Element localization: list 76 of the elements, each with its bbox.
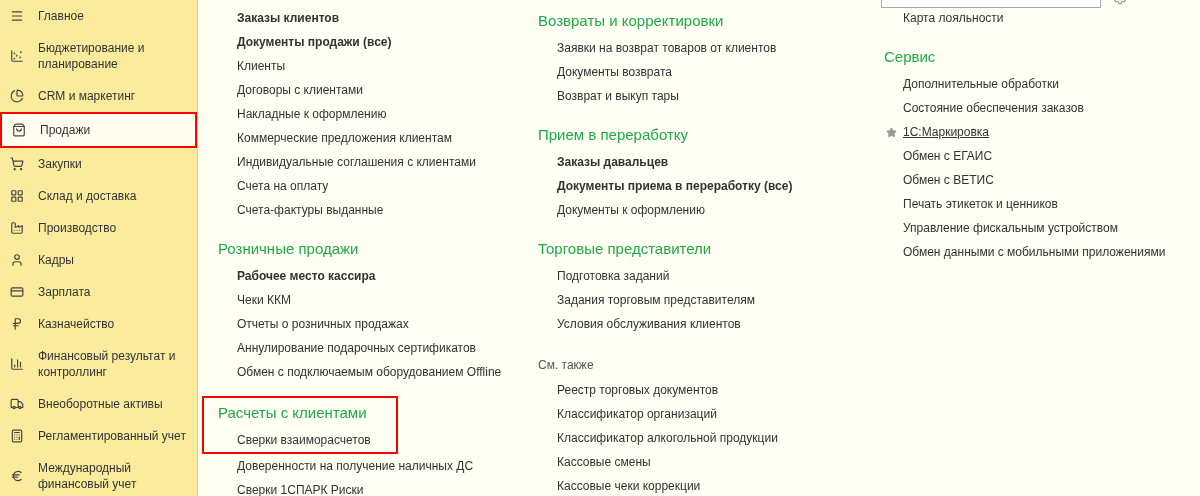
- sidebar-item[interactable]: Бюджетирование и планирование: [0, 32, 197, 80]
- menu-link[interactable]: Подготовка заданий: [557, 267, 670, 285]
- menu-link[interactable]: Возврат и выкуп тары: [557, 87, 679, 105]
- menu-link[interactable]: Аннулирование подарочных сертификатов: [237, 339, 476, 357]
- card-icon: [10, 285, 24, 299]
- menu-link[interactable]: Сверки 1СПАРК Риски: [237, 481, 364, 496]
- menu-link[interactable]: Документы продажи (все): [237, 33, 392, 51]
- menu-link[interactable]: Заявки на возврат товаров от клиентов: [557, 39, 777, 57]
- menu-link[interactable]: Рабочее место кассира: [237, 267, 376, 285]
- menu-link[interactable]: Карта лояльности: [903, 9, 1004, 27]
- menu-link[interactable]: Состояние обеспечения заказов: [903, 99, 1084, 117]
- menu-link[interactable]: Классификатор алкогольной продукции: [557, 429, 778, 447]
- bar-chart-icon: [10, 357, 24, 371]
- factory-icon: [10, 221, 24, 235]
- menu-link[interactable]: Чеки ККМ: [237, 291, 291, 309]
- section-title: Возвраты и корректировки: [538, 10, 724, 31]
- sidebar-item[interactable]: Финансовый результат и контроллинг: [0, 340, 197, 388]
- menu-link[interactable]: Документы приема в переработку (все): [557, 177, 793, 195]
- sidebar-item[interactable]: CRM и маркетинг: [0, 80, 197, 112]
- sidebar-item[interactable]: Зарплата: [0, 276, 197, 308]
- euro-icon: [10, 469, 24, 483]
- sidebar-item[interactable]: Склад и доставка: [0, 180, 197, 212]
- menu-link[interactable]: Заказы клиентов: [237, 9, 340, 27]
- star-icon[interactable]: [886, 126, 897, 138]
- sidebar-item[interactable]: Регламентированный учет: [0, 420, 197, 452]
- pie-chart-icon: [10, 89, 24, 103]
- menu-icon: [10, 9, 24, 23]
- menu-link[interactable]: Счета на оплату: [237, 177, 329, 195]
- menu-link[interactable]: Коммерческие предложения клиентам: [237, 129, 452, 147]
- menu-link[interactable]: Кассовые чеки коррекции: [557, 477, 701, 495]
- sidebar-item[interactable]: Международный финансовый учет: [0, 452, 197, 496]
- menu-link[interactable]: Управление фискальным устройством: [903, 219, 1118, 237]
- see-also-label: См. также: [538, 357, 594, 374]
- sidebar-item[interactable]: Продажи: [0, 112, 197, 148]
- menu-link[interactable]: Индивидуальные соглашения с клиентами: [237, 153, 476, 171]
- section-title: Сервис: [884, 46, 936, 67]
- grid-icon: [10, 189, 24, 203]
- menu-link[interactable]: Счета-фактуры выданные: [237, 201, 384, 219]
- section-title: Прием в переработку: [538, 124, 688, 145]
- sidebar-item[interactable]: Кадры: [0, 244, 197, 276]
- sidebar-item[interactable]: Казначейство: [0, 308, 197, 340]
- menu-link[interactable]: Клиенты: [237, 57, 286, 75]
- sidebar-item[interactable]: Внеоборотные активы: [0, 388, 197, 420]
- person-icon: [10, 253, 24, 267]
- menu-link[interactable]: Обмен данными с мобильными приложениями: [903, 243, 1166, 261]
- menu-link[interactable]: Сверки взаиморасчетов: [237, 431, 371, 449]
- truck-icon: [10, 397, 24, 411]
- cart-icon: [10, 157, 24, 171]
- section-title: Розничные продажи: [218, 238, 359, 259]
- menu-link[interactable]: Обмен с ЕГАИС: [903, 147, 993, 165]
- menu-link[interactable]: 1С:Маркировка: [903, 123, 989, 141]
- menu-link[interactable]: Классификатор организаций: [557, 405, 717, 423]
- menu-link[interactable]: Отчеты о розничных продажах: [237, 315, 409, 333]
- menu-link[interactable]: Кассовые смены: [557, 453, 651, 471]
- menu-link[interactable]: Обмен с ВЕТИС: [903, 171, 994, 189]
- menu-link[interactable]: Документы к оформлению: [557, 201, 705, 219]
- sidebar-item[interactable]: Главное: [0, 0, 197, 32]
- menu-link[interactable]: Доверенности на получение наличных ДС: [237, 457, 474, 475]
- sidebar-item[interactable]: Производство: [0, 212, 197, 244]
- menu-link[interactable]: Реестр торговых документов: [557, 381, 719, 399]
- menu-link[interactable]: Договоры с клиентами: [237, 81, 363, 99]
- sidebar-item[interactable]: Закупки: [0, 148, 197, 180]
- menu-link[interactable]: Печать этикеток и ценников: [903, 195, 1058, 213]
- menu-link[interactable]: Заказы давальцев: [557, 153, 669, 171]
- menu-link[interactable]: Дополнительные обработки: [903, 75, 1059, 93]
- menu-link[interactable]: Условия обслуживания клиентов: [557, 315, 741, 333]
- bag-icon: [12, 123, 26, 137]
- menu-link[interactable]: Накладные к оформлению: [237, 105, 387, 123]
- ruble-icon: [10, 317, 24, 331]
- menu-link[interactable]: Обмен с подключаемым оборудованием Offline: [237, 363, 502, 381]
- section-title: Расчеты с клиентами: [218, 402, 367, 423]
- menu-link[interactable]: Задания торговым представителям: [557, 291, 755, 309]
- chart-icon: [10, 49, 24, 63]
- section-title: Торговые представители: [538, 238, 712, 259]
- calculator-icon: [10, 429, 24, 443]
- menu-link[interactable]: Документы возврата: [557, 63, 672, 81]
